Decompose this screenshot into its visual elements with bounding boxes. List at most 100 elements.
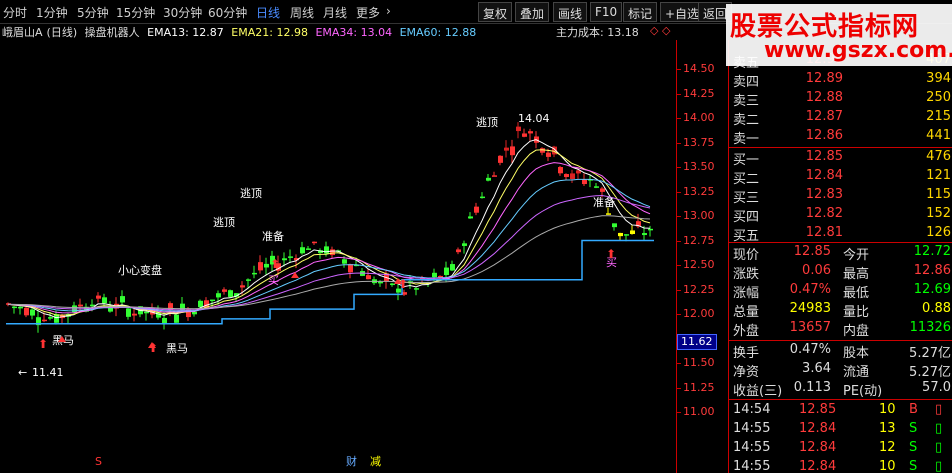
tab-fenshi[interactable]: 分时 xyxy=(3,4,27,21)
settings-marker-icon[interactable]: ◇ xyxy=(662,24,670,37)
signal-triangle-icon xyxy=(291,272,299,278)
candle-body xyxy=(222,289,227,292)
trade-side: S xyxy=(909,421,918,436)
candle-body xyxy=(216,293,221,298)
overlay-button[interactable]: 叠加 xyxy=(515,2,550,22)
trade-flag: ▯ xyxy=(935,421,943,436)
quote-value: 5.27亿 xyxy=(909,365,951,380)
order-book-row[interactable]: 买四 12.82 152 xyxy=(729,206,952,225)
candle-body xyxy=(516,126,521,132)
candle-body xyxy=(330,249,335,256)
ema21-value: EMA21: 12.98 xyxy=(231,26,308,39)
up-arrow-icon: ⬆ xyxy=(270,257,280,271)
candle-body xyxy=(504,147,509,151)
candle-body xyxy=(642,233,647,236)
order-book-row[interactable]: 买一 12.85 476 xyxy=(729,149,952,168)
indicator-name: 操盘机器人 xyxy=(84,26,140,39)
current-price-marker: 11.62 xyxy=(677,334,717,350)
order-volume: 215 xyxy=(926,109,951,124)
tab-daily[interactable]: 日线 xyxy=(256,4,280,21)
quote-label: 内盘 xyxy=(843,324,870,339)
order-level-label: 买四 xyxy=(733,210,760,225)
candle-body xyxy=(510,146,515,156)
quote-label: 总量 xyxy=(733,305,760,320)
quote-label: 流通 xyxy=(843,365,870,380)
tab-more[interactable]: 更多 xyxy=(356,4,380,21)
trade-time: 14:55 xyxy=(733,459,771,473)
candle-body xyxy=(120,296,125,303)
price-tick-mark xyxy=(677,412,681,413)
draw-line-button[interactable]: 画线 xyxy=(553,2,588,22)
fuquan-button[interactable]: 复权 xyxy=(478,2,513,22)
trade-row: 14:55 12.84 10 S ▯ xyxy=(729,459,952,473)
ema13-value: EMA13: 12.87 xyxy=(147,26,224,39)
price-tick-label: 12.75 xyxy=(683,233,715,247)
trade-price: 12.85 xyxy=(799,402,837,417)
tab-60min[interactable]: 60分钟 xyxy=(208,4,247,21)
order-book-row[interactable]: 卖二 12.87 215 xyxy=(729,109,952,128)
candle-body xyxy=(18,306,23,309)
quote-value: 0.47% xyxy=(789,342,831,357)
candle-body xyxy=(132,313,137,316)
more-arrow-icon[interactable]: › xyxy=(386,4,391,18)
quote-row: 收益(三) 0.113 PE(动) 57.0 xyxy=(729,380,952,399)
chart-header: 峨眉山A (日线) 操盘机器人 EMA13: 12.87 EMA21: 12.98… xyxy=(2,24,480,40)
low-arrow-icon: ← xyxy=(18,366,27,379)
candle-body xyxy=(546,152,551,157)
candle-body xyxy=(240,285,245,288)
stock-name: 峨眉山A xyxy=(2,26,43,39)
price-tick-label: 12.50 xyxy=(683,258,715,271)
tab-5min[interactable]: 5分钟 xyxy=(77,4,109,21)
mark-button[interactable]: 标记 xyxy=(623,2,658,22)
quote-label: 现价 xyxy=(733,248,760,263)
quote-value: 12.72 xyxy=(913,244,951,259)
candle-body xyxy=(144,311,149,314)
order-price: 12.86 xyxy=(805,128,843,143)
order-level-label: 卖二 xyxy=(733,113,760,128)
candle-body xyxy=(306,248,311,250)
order-book-row[interactable]: 卖三 12.88 250 xyxy=(729,90,952,109)
candle-body xyxy=(288,256,293,258)
candle-body xyxy=(600,188,605,192)
candle-body xyxy=(324,246,329,254)
candle-body xyxy=(78,304,83,307)
trade-flag: ▯ xyxy=(935,459,943,473)
candle-body xyxy=(498,155,503,163)
tab-weekly[interactable]: 周线 xyxy=(290,4,314,21)
price-tick-mark xyxy=(677,142,681,144)
order-price: 12.87 xyxy=(805,109,843,124)
candle-body xyxy=(570,173,575,180)
order-book-row[interactable]: 买三 12.83 115 xyxy=(729,187,952,206)
f10-button[interactable]: F10 xyxy=(590,2,623,22)
finance-marker: 财 xyxy=(346,454,357,468)
ema-line xyxy=(7,178,651,312)
quote-label: 外盘 xyxy=(733,324,760,339)
candle-body xyxy=(282,258,287,261)
kline-chart[interactable]: 逃顶逃顶逃顶准备准备小心变盘黑马黑马买买14.0411.41←财减S⬆⬆⬆⬆⬆ xyxy=(0,40,676,473)
tab-30min[interactable]: 30分钟 xyxy=(163,4,202,21)
candle-body xyxy=(450,264,455,271)
order-price: 12.89 xyxy=(805,71,843,86)
reduce-marker: 减 xyxy=(370,455,381,468)
order-price: 12.85 xyxy=(805,149,843,164)
trade-side: S xyxy=(909,440,918,455)
candle-body xyxy=(312,241,317,244)
quote-value: 12.85 xyxy=(793,244,831,259)
order-book-row[interactable]: 买二 12.84 121 xyxy=(729,168,952,187)
order-volume: 476 xyxy=(926,149,951,164)
quote-value: 57.0 xyxy=(922,380,951,395)
order-level-label: 买二 xyxy=(733,172,760,187)
tab-15min[interactable]: 15分钟 xyxy=(116,4,155,21)
order-book-row[interactable]: 卖四 12.89 394 xyxy=(729,71,952,90)
order-book-row[interactable]: 卖一 12.86 441 xyxy=(729,128,952,147)
candle-body xyxy=(42,319,47,322)
trade-volume: 10 xyxy=(879,402,896,417)
escape-top-label: 逃顶 xyxy=(213,216,235,229)
tab-1min[interactable]: 1分钟 xyxy=(36,4,68,21)
order-volume: 250 xyxy=(926,90,951,105)
trade-row: 14:54 12.85 10 B ▯ xyxy=(729,402,952,421)
tab-monthly[interactable]: 月线 xyxy=(323,4,347,21)
candle-body xyxy=(300,247,305,254)
candle-body xyxy=(456,249,461,253)
candle-body xyxy=(558,167,563,174)
